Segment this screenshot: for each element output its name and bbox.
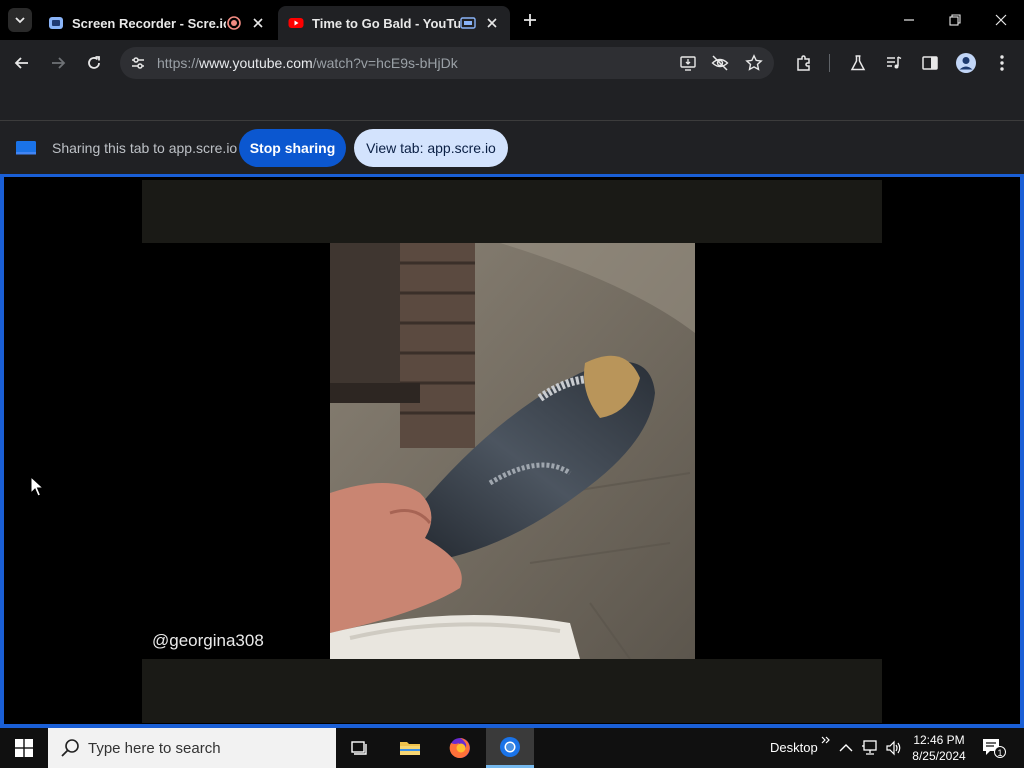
media-controls-button[interactable] [882,51,906,75]
reload-button[interactable] [82,51,106,75]
screen-share-icon [16,141,36,155]
stop-sharing-button[interactable]: Stop sharing [239,129,346,167]
sharing-message: Sharing this tab to app.scre.io [52,140,238,156]
letterbox-right [695,243,882,659]
tab-youtube[interactable]: Time to Go Bald - YouTube [278,6,510,40]
desktop-toolbar-label[interactable]: Desktop [770,740,818,755]
speaker-icon [886,740,901,756]
back-button[interactable] [10,51,34,75]
arrow-right-icon [52,57,66,69]
recording-indicator-icon [226,15,242,31]
flask-icon [850,55,866,71]
network-button[interactable] [860,738,880,758]
forward-button[interactable] [46,51,70,75]
taskbar-chrome[interactable] [486,728,534,768]
plus-icon [524,14,536,26]
taskbar-firefox[interactable] [436,728,484,768]
notification-count-badge: 1 [994,746,1006,758]
minimize-icon [904,19,914,21]
search-placeholder: Type here to search [88,740,221,757]
site-settings-icon[interactable] [128,53,148,73]
menu-button[interactable] [990,51,1014,75]
mouse-cursor-icon [30,476,44,497]
side-panel-icon [922,56,938,70]
tab-screen-recorder[interactable]: Screen Recorder - Scre.io [38,6,276,40]
new-tab-button[interactable] [520,10,540,30]
chevron-up-icon [839,744,853,752]
desktop-toolbar-expand[interactable] [816,730,836,750]
labs-button[interactable] [846,51,870,75]
clock-time: 12:46 PM [913,733,965,747]
side-panel-button[interactable] [918,51,942,75]
action-center-button[interactable]: 1 [980,736,1006,760]
network-icon [862,740,877,755]
windows-logo-icon [15,739,33,757]
kebab-menu-icon [1000,55,1004,71]
youtube-favicon [288,15,304,31]
tab-strip: Screen Recorder - Scre.io Time to Go Bal… [0,0,1024,40]
chrome-icon [500,736,520,757]
reload-icon [88,56,100,69]
taskbar-file-explorer[interactable] [386,728,434,768]
taskbar-search-box[interactable]: Type here to search [48,728,336,768]
toolbar-separator [829,54,830,72]
url-prefix: https:// [157,55,200,71]
close-tab-icon[interactable] [484,15,500,31]
browser-toolbar: https://www.youtube.com/watch?v=hcE9s-bH… [0,40,1024,86]
video-still-image [330,243,695,659]
restore-button[interactable] [943,8,967,32]
firefox-icon [449,738,470,758]
tab-title: Time to Go Bald - YouTube [312,15,460,31]
bookmarks-bar [0,86,1024,120]
search-icon [61,739,79,757]
task-view-button[interactable] [336,728,384,768]
start-button[interactable] [0,728,48,768]
view-tab-button[interactable]: View tab: app.scre.io [354,129,508,167]
eye-off-icon[interactable] [710,53,730,73]
volume-button[interactable] [884,738,904,758]
clock-date: 8/25/2024 [912,749,966,763]
url-text[interactable]: https://www.youtube.com/watch?v=hcE9s-bH… [157,55,458,71]
casting-indicator-icon [460,15,476,31]
music-queue-icon [887,56,902,69]
system-clock[interactable]: 12:46 PM 8/25/2024 [908,732,970,764]
show-hidden-icons-button[interactable] [836,738,856,758]
bookmark-star-icon[interactable] [744,53,764,73]
task-view-icon [351,741,367,755]
windows-taskbar: Type here to search Desktop 12:46 PM 8/2… [0,728,1024,768]
screen-recorder-favicon [48,15,64,31]
close-icon [995,14,1007,26]
arrow-left-icon [14,57,28,69]
extensions-button[interactable] [792,51,816,75]
folder-icon [400,742,420,755]
url-path: /watch?v=hcE9s-bHjDk [312,55,458,71]
url-domain: www.youtube.com [199,55,313,71]
restore-icon [949,14,961,26]
tab-sharing-infobar: Sharing this tab to app.scre.io Stop sha… [0,120,1024,174]
video-frame [330,243,695,659]
install-app-icon[interactable] [678,53,698,73]
video-watermark: @georgina308 [152,631,264,650]
tab-search-button[interactable] [8,8,32,32]
minimize-button[interactable] [897,8,921,32]
double-chevron-icon [821,736,830,744]
tab-title: Screen Recorder - Scre.io [72,15,226,31]
close-tab-icon[interactable] [250,15,266,31]
avatar-icon [956,53,976,73]
chevron-down-icon [15,17,25,24]
profile-button[interactable] [954,51,978,75]
close-window-button[interactable] [989,8,1013,32]
letterbox-left [142,243,330,659]
address-bar[interactable]: https://www.youtube.com/watch?v=hcE9s-bH… [120,47,774,79]
puzzle-icon [797,55,810,71]
